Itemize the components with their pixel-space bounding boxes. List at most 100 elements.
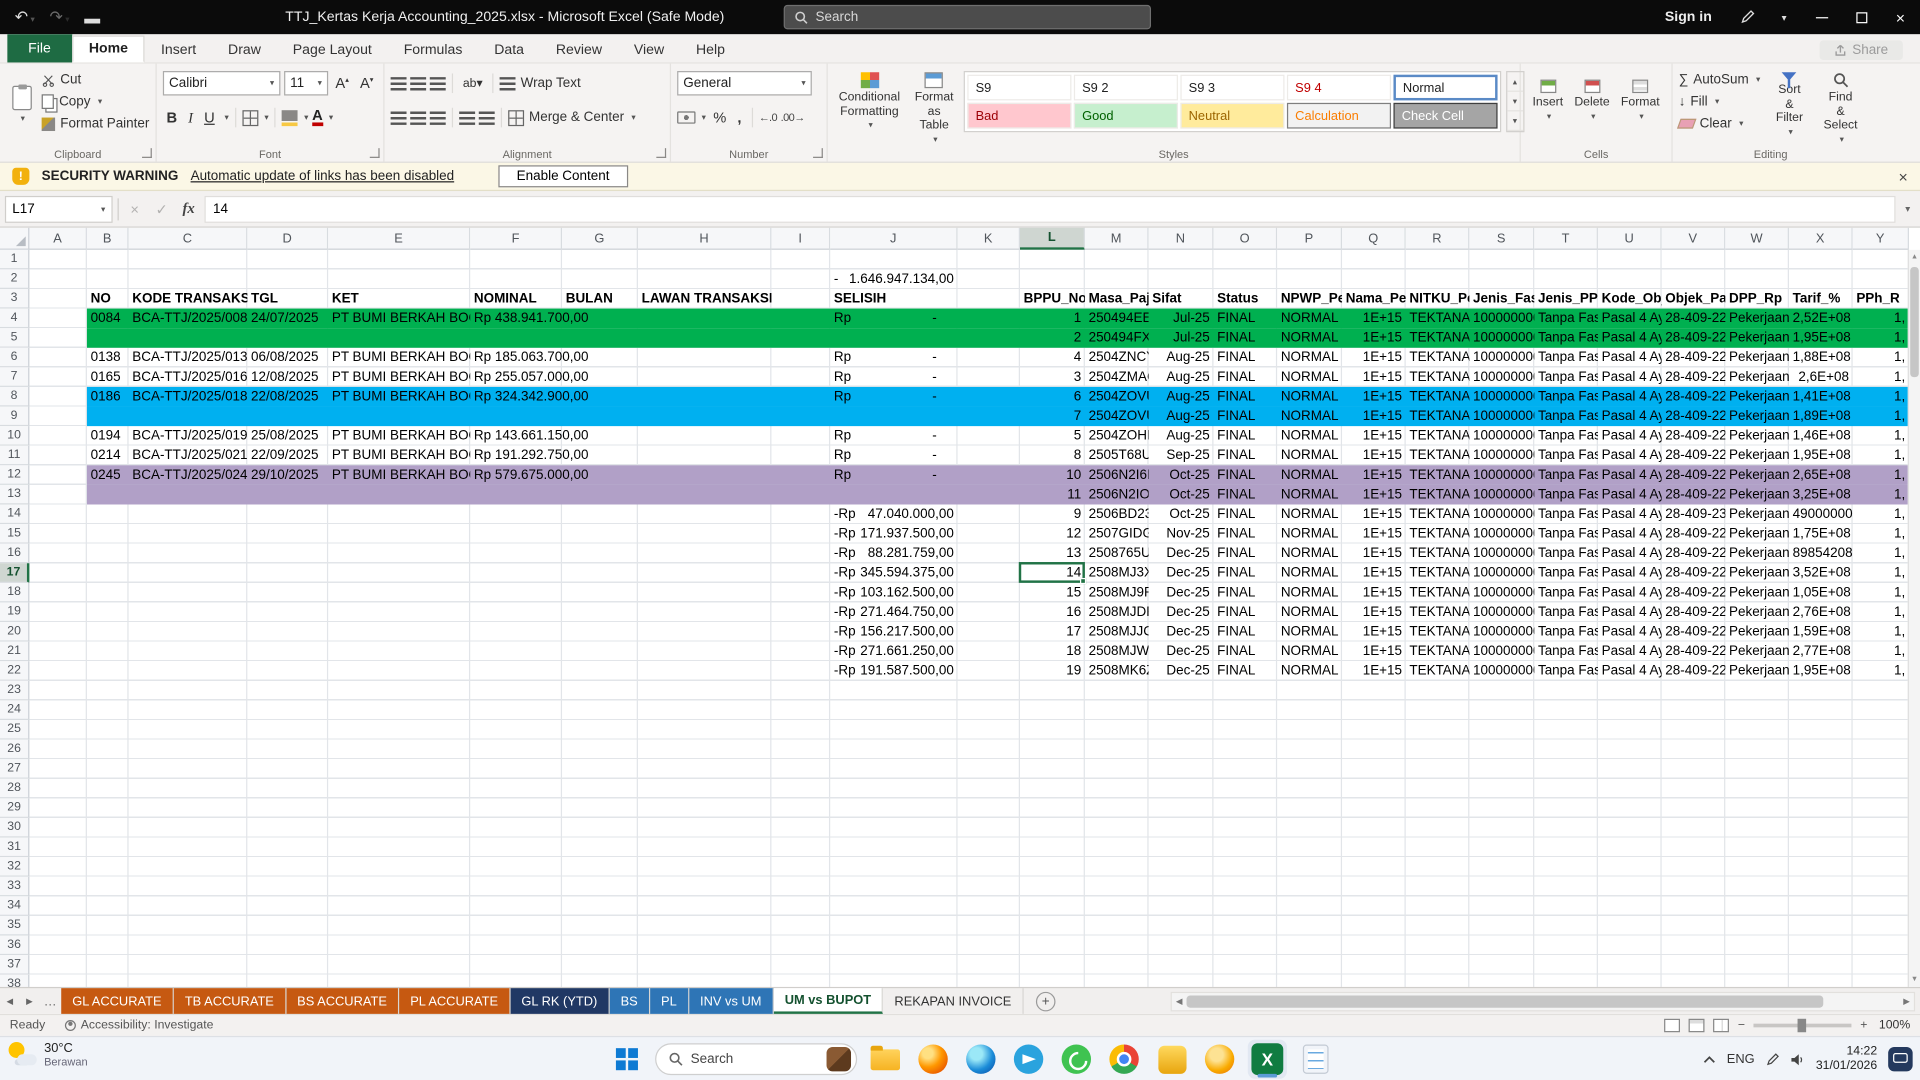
cell-N11[interactable]: Sep-25 [1149,446,1214,466]
format-cells-button[interactable]: Format▾ [1616,76,1665,122]
clear-button[interactable]: Clear▾ [1679,113,1761,135]
ribbon-tab-help[interactable]: Help [680,38,741,62]
cell-C7[interactable]: BCA-TTJ/2025/0165 [129,367,248,387]
cell-S17[interactable]: 1000000000 [1469,563,1534,583]
cell-Q16[interactable]: 1E+15 [1342,544,1406,564]
cell-R12[interactable]: TEKTANA [1406,465,1470,485]
cell-W8[interactable]: Pekerjaan [1725,387,1789,407]
cell-J20[interactable]: -Rp156.217.500,00 [830,622,957,642]
cell-Y17[interactable]: 1, [1853,563,1909,583]
column-header-M[interactable]: M [1085,228,1149,250]
row-header-37[interactable]: 37 [0,955,29,975]
cell-B6[interactable]: 0138 [87,348,129,368]
cell-E6[interactable]: PT BUMI BERKAH BOG [328,348,470,368]
cell-P15[interactable]: NORMAL [1277,524,1342,544]
cell-O4[interactable]: FINAL [1213,309,1277,329]
cell-O7[interactable]: FINAL [1213,367,1277,387]
column-header-K[interactable]: K [958,228,1020,250]
cell-T9[interactable]: Tanpa Fas [1534,407,1598,427]
cell-N8[interactable]: Aug-25 [1149,387,1214,407]
telegram-button[interactable] [1009,1040,1048,1079]
cell-J6[interactable]: Rp- [830,348,957,368]
cell-P22[interactable]: NORMAL [1277,661,1342,681]
whatsapp-button[interactable] [1057,1040,1096,1079]
sign-in-button[interactable]: Sign in [1648,10,1729,25]
cell-C11[interactable]: BCA-TTJ/2025/0214 [129,446,248,466]
cell-E3[interactable]: KET [328,289,470,309]
cell-X15[interactable]: 1,75E+08 [1789,524,1853,544]
insert-cells-button[interactable]: Insert▾ [1528,76,1568,122]
vertical-scrollbar[interactable]: ▲ ▼ [1908,250,1920,987]
cell-B4[interactable]: 0084 [87,309,129,329]
row-header-6[interactable]: 6 [0,348,29,368]
cell-L11[interactable]: 8 [1020,446,1085,466]
cell-U18[interactable]: Pasal 4 Ay [1598,583,1662,603]
increase-indent-icon[interactable] [479,111,495,124]
row-header-7[interactable]: 7 [0,367,29,387]
cell-C8[interactable]: BCA-TTJ/2025/0186 [129,387,248,407]
row-header-10[interactable]: 10 [0,426,29,446]
accounting-format-icon[interactable] [677,111,695,123]
taskbar-search-box[interactable]: Search [655,1043,857,1075]
chrome-button[interactable] [1104,1040,1143,1079]
edge-button[interactable] [961,1040,1000,1079]
cell-Y5[interactable]: 1, [1853,328,1909,348]
cell-O18[interactable]: FINAL [1213,583,1277,603]
cell-S7[interactable]: 1000000000 [1469,367,1534,387]
decrease-decimal-icon[interactable]: .00→ [781,111,805,123]
cell-W12[interactable]: Pekerjaan [1725,465,1789,485]
cell-L13[interactable]: 11 [1020,485,1085,505]
cell-N22[interactable]: Dec-25 [1149,661,1214,681]
cell-Q6[interactable]: 1E+15 [1342,348,1406,368]
style-s9[interactable]: S9 [967,75,1071,101]
cell-R4[interactable]: TEKTANA [1406,309,1470,329]
cell-Y13[interactable]: 1, [1853,485,1909,505]
cell-M21[interactable]: 2508MJW5 [1085,642,1149,662]
cell-Y6[interactable]: 1, [1853,348,1909,368]
cell-U13[interactable]: Pasal 4 Ay [1598,485,1662,505]
cell-Y22[interactable]: 1, [1853,661,1909,681]
cell-S19[interactable]: 1000000000 [1469,602,1534,622]
cell-F3[interactable]: NOMINAL [470,289,562,309]
cell-J19[interactable]: -Rp271.464.750,00 [830,602,957,622]
cell-X13[interactable]: 3,25E+08 [1789,485,1853,505]
cell-R8[interactable]: TEKTANA [1406,387,1470,407]
cell-L17[interactable]: 14 [1020,563,1085,583]
cell-C10[interactable]: BCA-TTJ/2025/0194 [129,426,248,446]
name-box[interactable]: L17▾ [5,195,113,222]
cell-P3[interactable]: NPWP_Pe [1277,289,1342,309]
cell-W4[interactable]: Pekerjaan [1725,309,1789,329]
cell-O14[interactable]: FINAL [1213,504,1277,524]
cell-N3[interactable]: Sifat [1149,289,1214,309]
page-break-view-button[interactable] [1713,1019,1729,1032]
conditional-formatting-button[interactable]: Conditional Formatting▾ [834,69,905,132]
hidden-icons-chevron[interactable] [1703,1055,1715,1064]
sheet-tab-pl[interactable]: PL [650,988,689,1014]
cell-Q3[interactable]: Nama_Pe [1342,289,1406,309]
row-header-14[interactable]: 14 [0,504,29,524]
cell-L16[interactable]: 13 [1020,544,1085,564]
worksheet[interactable]: ▲ ▼ ABCDEFGHIJKLMNOPQRSTUVWXY12345678910… [0,228,1920,987]
cell-O3[interactable]: Status [1213,289,1277,309]
align-center-icon[interactable] [410,111,426,124]
formula-bar-expand-icon[interactable]: ▾ [1900,203,1915,214]
cell-M10[interactable]: 2504ZOHH [1085,426,1149,446]
cell-F4[interactable]: Rp 438.941.700,00 [470,309,562,329]
cell-D11[interactable]: 22/09/2025 [247,446,328,466]
cell-U11[interactable]: Pasal 4 Ay [1598,446,1662,466]
cell-M12[interactable]: 2506N2I6E [1085,465,1149,485]
borders-icon[interactable] [242,110,258,126]
column-header-R[interactable]: R [1406,228,1470,250]
cell-V20[interactable]: 28-409-22 [1662,622,1726,642]
cell-E10[interactable]: PT BUMI BERKAH BOG [328,426,470,446]
titlebar-search-box[interactable]: Search [784,5,1151,29]
cell-T10[interactable]: Tanpa Fas [1534,426,1598,446]
cell-N14[interactable]: Oct-25 [1149,504,1214,524]
font-name-select[interactable]: Calibri▾ [163,71,280,95]
cell-W16[interactable]: Pekerjaan [1725,544,1789,564]
cell-Y16[interactable]: 1, [1853,544,1909,564]
cell-Y21[interactable]: 1, [1853,642,1909,662]
cell-J3[interactable]: SELISIH [830,289,957,309]
cell-F6[interactable]: Rp 185.063.700,00 [470,348,562,368]
cell-D8[interactable]: 22/08/2025 [247,387,328,407]
